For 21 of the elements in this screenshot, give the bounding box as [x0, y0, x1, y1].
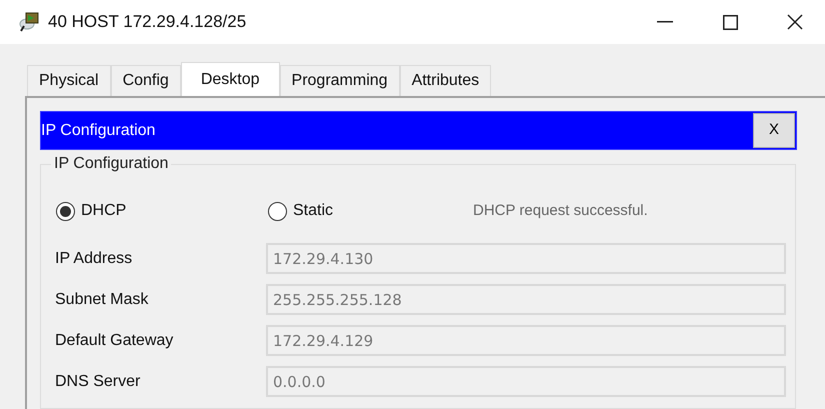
close-app-button[interactable]: X — [753, 113, 795, 148]
maximize-icon — [722, 14, 738, 30]
group-title: IP Configuration — [51, 154, 172, 174]
tab[interactable]: Physical — [27, 65, 111, 96]
radio-button[interactable] — [268, 202, 287, 220]
app-title: IP Configuration — [41, 120, 156, 140]
status-message: DHCP request successful. — [473, 200, 648, 221]
close-icon — [787, 14, 803, 30]
field-label: Subnet Mask — [55, 290, 150, 310]
tab[interactable]: Config — [110, 65, 181, 96]
radio-option[interactable]: Static — [268, 199, 473, 223]
window-title: 40 HOST 172.29.4.128/25 — [48, 11, 246, 34]
field-label: DNS Server — [55, 372, 142, 392]
tab[interactable]: Attributes — [400, 65, 492, 96]
tab[interactable]: Programming — [280, 65, 400, 96]
radio-option[interactable]: DHCP — [56, 199, 268, 223]
field-label: Default Gateway — [55, 330, 174, 350]
radio-button[interactable] — [56, 202, 75, 220]
minimize-icon — [657, 21, 673, 23]
tab[interactable]: Desktop — [180, 62, 280, 96]
field-label: IP Address — [55, 248, 134, 268]
